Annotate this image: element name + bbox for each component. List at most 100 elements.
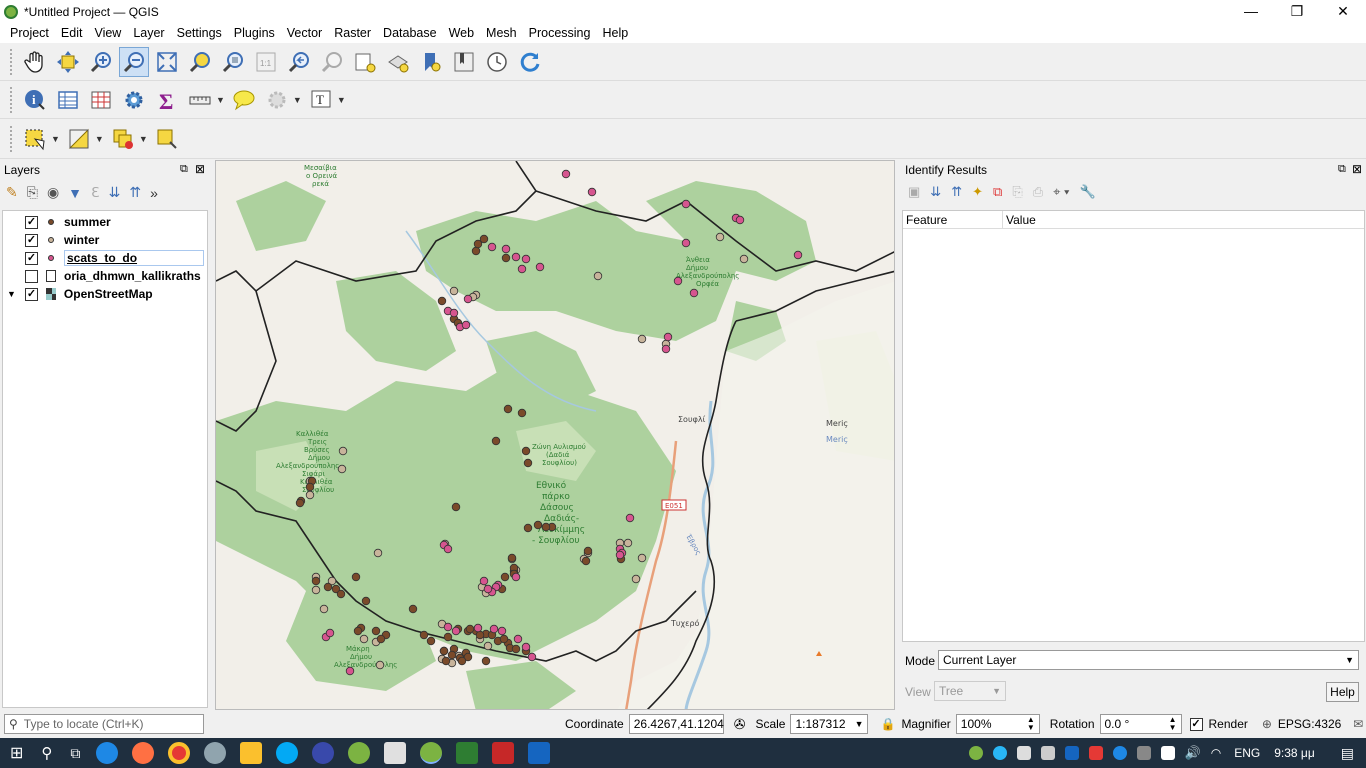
volume-icon[interactable]: 🔊 [1185,745,1201,761]
annotation-dropdown-arrow[interactable]: ▼ [337,95,346,105]
spin-arrows-icon[interactable]: ▲ ▼ [1027,716,1035,732]
zoom-last-button[interactable] [284,47,314,77]
map-tips-button[interactable] [229,85,259,115]
menu-plugins[interactable]: Plugins [228,26,281,40]
menu-edit[interactable]: Edit [55,26,89,40]
filter-legend-icon[interactable]: ℇ [91,184,100,201]
zoom-next-button[interactable] [317,47,347,77]
close-button[interactable]: ✕ [1320,0,1366,23]
r-icon[interactable] [204,742,227,764]
layer-checkbox[interactable]: ✓ [25,233,38,247]
menu-database[interactable]: Database [377,26,443,40]
panel-close-icon[interactable]: ⊠ [1352,162,1362,176]
measure-dropdown-arrow[interactable]: ▼ [216,95,225,105]
add-group-icon[interactable]: ⎘ [27,184,38,201]
maximize-button[interactable]: ❐ [1274,0,1320,23]
select-by-value-button[interactable] [64,124,94,154]
toolbar-grip[interactable] [10,125,14,152]
pdf-icon[interactable] [492,742,515,764]
select-dropdown-arrow[interactable]: ▼ [51,134,60,144]
layer-row-winter[interactable]: ✓ winter [3,231,207,249]
qgis-active-icon[interactable] [420,742,443,764]
copy-icon[interactable]: ⎘ [1012,184,1022,200]
shield-icon[interactable] [1064,746,1079,760]
bluetooth-icon[interactable] [1112,746,1127,760]
show-statistical-summary-button[interactable]: Σ [152,85,182,115]
menu-help[interactable]: Help [596,26,634,40]
expand-arrow-icon[interactable]: ▼ [7,289,16,299]
mode-select[interactable]: Current Layer ▼ [938,650,1359,670]
minimize-button[interactable]: — [1228,0,1274,23]
crs-label[interactable]: EPSG:4326 [1278,717,1341,731]
pan-tool-button[interactable] [20,47,50,77]
column-feature[interactable]: Feature [903,211,1003,228]
zoom-to-selection-button[interactable] [185,47,215,77]
locate-search-input[interactable]: ⚲ Type to locate (Ctrl+K) [4,714,204,734]
task-view-icon[interactable]: ⧉ [70,745,80,762]
lock-icon[interactable]: 🔒 [880,717,895,731]
menu-web[interactable]: Web [443,26,480,40]
render-checkbox[interactable]: ✓ [1189,717,1203,731]
zoom-out-button[interactable] [119,46,149,77]
qgis-icon[interactable] [348,742,371,764]
toggle-extents-icon[interactable]: ✇ [734,716,746,733]
select-mode-icon[interactable]: ⌖ ▾ [1053,184,1069,200]
layer-row-summer[interactable]: ✓ summer [3,213,207,231]
select-features-button[interactable] [20,124,50,154]
view-select[interactable]: Tree ▼ [934,681,1006,701]
select-by-location-button[interactable] [152,124,182,154]
menu-processing[interactable]: Processing [523,26,597,40]
zoom-native-button[interactable]: 1:1 [251,47,281,77]
menu-settings[interactable]: Settings [171,26,228,40]
zoom-full-button[interactable] [152,47,182,77]
filter-icon[interactable]: ▼ [68,185,82,201]
deselect-dropdown-arrow[interactable]: ▼ [139,134,148,144]
notifications-icon[interactable]: ▤ [1341,745,1354,762]
show-bookmarks-button[interactable] [449,47,479,77]
tray-red-icon[interactable] [1088,746,1103,760]
toolbar-grip[interactable] [10,86,14,113]
temporal-controller-button[interactable] [482,47,512,77]
crs-globe-icon[interactable]: ⊕ [1262,717,1272,731]
clear-results-icon[interactable]: ▣ [908,184,920,200]
excel-icon[interactable] [456,742,479,764]
new-3d-map-view-button[interactable] [383,47,413,77]
new-bookmark-button[interactable] [416,47,446,77]
print-icon[interactable]: ⎙ [1033,184,1043,200]
collapse-tree-icon[interactable]: ⇈ [951,184,962,200]
field-calculator-button[interactable] [86,85,116,115]
layer-checkbox[interactable] [25,269,38,283]
text-annotation-button[interactable]: T [306,85,336,115]
zoom-in-button[interactable] [86,47,116,77]
locator-settings-button[interactable] [262,85,292,115]
more-icon[interactable]: » [150,185,158,201]
edge-icon[interactable] [96,742,119,764]
wifi-icon[interactable]: ◠ [1211,746,1221,760]
help-button[interactable]: Help [1326,682,1359,702]
paint-icon[interactable] [528,742,551,764]
deselect-results-icon[interactable]: ⧉ [993,184,1002,200]
spin-arrows-icon[interactable]: ▲ ▼ [1169,716,1177,732]
identify-features-button[interactable]: i [20,85,50,115]
select-by-dropdown-arrow[interactable]: ▼ [95,134,104,144]
eye-icon[interactable]: ◉ [47,184,59,201]
toolbar-grip[interactable] [10,48,14,75]
menu-mesh[interactable]: Mesh [480,26,523,40]
tray-misc-icon[interactable] [1136,746,1151,760]
column-value[interactable]: Value [1003,211,1036,228]
measure-line-button[interactable] [185,85,215,115]
toolbox-button[interactable] [119,85,149,115]
layer-checkbox[interactable]: ✓ [24,287,38,301]
panel-float-icon[interactable]: ⧉ [180,163,188,176]
wrench-icon[interactable]: 🔧 [1080,184,1096,200]
windows-start-icon[interactable]: ⊞ [10,743,23,763]
tray-check-icon[interactable] [968,746,983,760]
coordinate-field[interactable]: 26.4267,41.1204 [628,714,724,734]
open-attribute-table-button[interactable] [53,85,83,115]
notepad-icon[interactable] [384,742,407,764]
settings-dropdown-arrow[interactable]: ▼ [293,95,302,105]
expand-tree-icon[interactable]: ⇊ [930,184,941,200]
battery-icon[interactable] [1160,746,1175,760]
menu-raster[interactable]: Raster [328,26,377,40]
language-indicator[interactable]: ENG [1234,746,1260,760]
